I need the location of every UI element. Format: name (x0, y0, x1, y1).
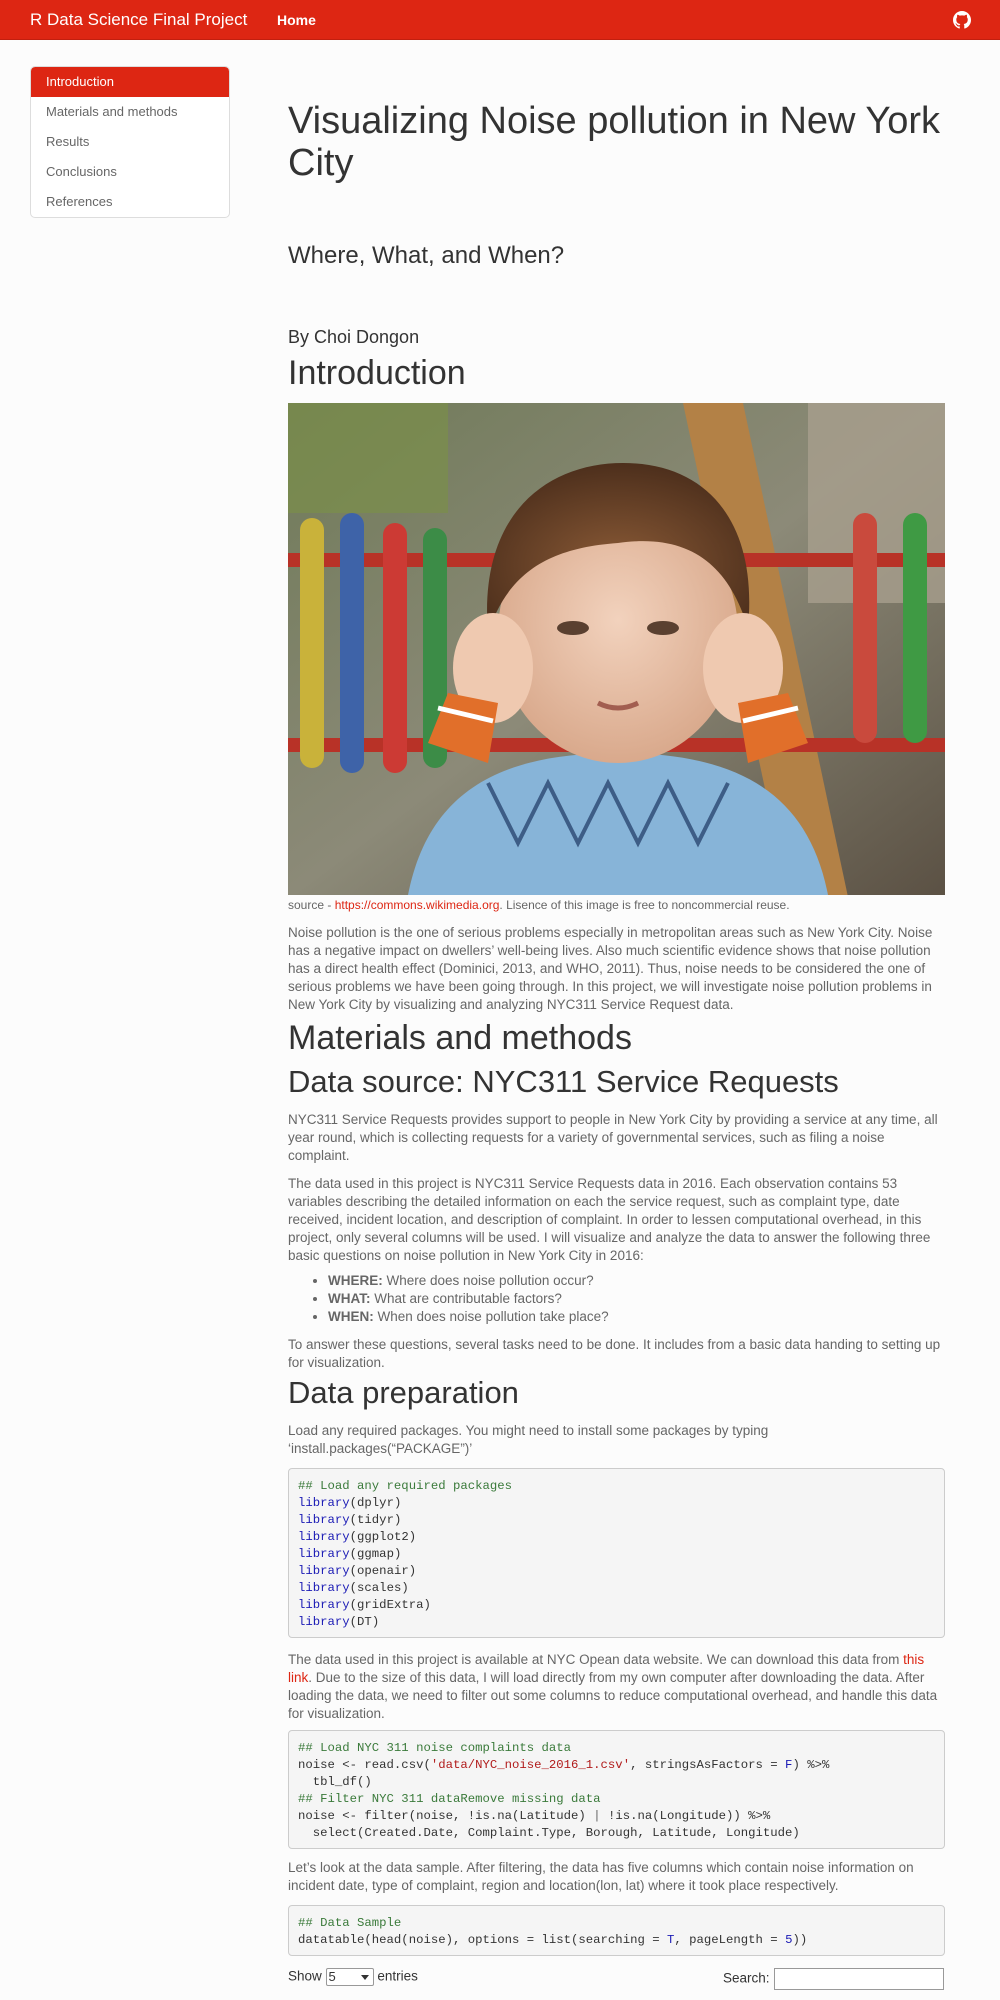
toc-item-introduction[interactable]: Introduction (31, 67, 229, 97)
code-arg: DT (357, 1615, 372, 1629)
github-icon[interactable] (953, 11, 971, 29)
tasks-paragraph: To answer these questions, several tasks… (288, 1337, 941, 1370)
code-arg: tidyr (357, 1513, 394, 1527)
introduction-heading: Introduction (288, 354, 466, 392)
list-item: WHERE: Where does noise pollution occur? (328, 1272, 609, 1290)
caption-suffix: . Lisence of this image is free to nonco… (499, 898, 790, 912)
code-block-data-sample: ## Data Sample datatable(head(noise), op… (288, 1905, 945, 1956)
code-keyword: library (298, 1530, 350, 1544)
code-keyword: library (298, 1496, 350, 1510)
page-length-value: 5 (328, 1969, 336, 1984)
toc-item-conclusions[interactable]: Conclusions (31, 157, 229, 187)
code-text: select(Created.Date, Complaint.Type, Bor… (298, 1826, 800, 1840)
question-label: WHERE: (328, 1273, 383, 1288)
code-keyword: library (298, 1615, 350, 1629)
toc-item-references[interactable]: References (31, 187, 229, 217)
top-navbar: R Data Science Final Project Home (0, 0, 1000, 40)
question-text: When does noise pollution take place? (373, 1309, 609, 1324)
data-source-heading: Data source: NYC311 Service Requests (288, 1064, 839, 1099)
data-description-paragraph: The data used in this project is NYC311 … (288, 1176, 931, 1263)
download-text-after: . Due to the size of this data, I will l… (288, 1670, 938, 1721)
code-block-load-data: ## Load NYC 311 noise complaints data no… (288, 1730, 945, 1849)
code-arg: gridExtra (357, 1598, 424, 1612)
page-length-select[interactable]: 5 (325, 1968, 374, 1986)
question-text: Where does noise pollution occur? (382, 1273, 594, 1288)
code-comment: ## Data Sample (298, 1916, 402, 1930)
question-list: WHERE: Where does noise pollution occur?… (328, 1272, 609, 1326)
code-keyword: library (298, 1564, 350, 1578)
data-source-paragraph: NYC311 Service Requests provides support… (288, 1112, 938, 1163)
code-arg: ggplot2 (357, 1530, 409, 1544)
data-sample-paragraph: Let’s look at the data sample. After fil… (288, 1860, 914, 1893)
code-arg: ggmap (357, 1547, 394, 1561)
packages-line-2: ‘install.packages(“PACKAGE”)’ (288, 1441, 473, 1456)
image-caption: source - https://commons.wikimedia.org. … (288, 898, 790, 912)
data-preparation-heading: Data preparation (288, 1375, 519, 1410)
packages-line-1: Load any required packages. You might ne… (288, 1423, 769, 1438)
code-text: tbl_df() (298, 1775, 372, 1789)
caption-prefix: source - (288, 898, 335, 912)
code-text: noise <- filter(noise, !is.na(Latitude) (298, 1809, 594, 1823)
intro-paragraph: Noise pollution is the one of serious pr… (288, 925, 933, 1012)
nav-home-link[interactable]: Home (277, 12, 316, 28)
packages-paragraph: Load any required packages. You might ne… (288, 1422, 945, 1458)
navbar-brand[interactable]: R Data Science Final Project (30, 10, 247, 30)
page-author: By Choi Dongon (288, 327, 420, 347)
search-label: Search: (723, 1970, 770, 1986)
code-keyword: library (298, 1547, 350, 1561)
code-keyword: library (298, 1581, 350, 1595)
code-comment: ## Load any required packages (298, 1479, 513, 1493)
datatable-search-control: Search: (723, 1968, 944, 1990)
code-text: , stringsAsFactors = (630, 1758, 786, 1772)
page-subtitle: Where, What, and When? (288, 242, 565, 269)
child-covering-ears-photo (288, 403, 945, 895)
page-title: Visualizing Noise pollution in New York … (288, 100, 941, 184)
datatable-length-control: Show 5 entries (288, 1968, 418, 1986)
code-text: , pageLength = (674, 1933, 786, 1947)
show-label: Show (288, 1968, 322, 1984)
chevron-down-icon (360, 1975, 369, 1980)
materials-and-methods-heading: Materials and methods (288, 1019, 632, 1057)
question-label: WHEN: (328, 1309, 374, 1324)
code-comment: ## Filter NYC 311 dataRemove missing dat… (298, 1792, 601, 1806)
entries-label: entries (377, 1968, 418, 1984)
question-label: WHAT: (328, 1291, 371, 1306)
code-operator: | (593, 1809, 601, 1823)
code-keyword: library (298, 1513, 350, 1527)
table-of-contents: Introduction Materials and methods Resul… (30, 66, 230, 218)
wikimedia-link[interactable]: https://commons.wikimedia.org (335, 898, 500, 912)
code-keyword: library (298, 1598, 350, 1612)
question-text: What are contributable factors? (370, 1291, 562, 1306)
code-arg: openair (357, 1564, 409, 1578)
code-text: ) %>% (792, 1758, 830, 1772)
list-item: WHEN: When does noise pollution take pla… (328, 1308, 609, 1326)
code-block-packages: ## Load any required packages library(dp… (288, 1468, 945, 1638)
list-item: WHAT: What are contributable factors? (328, 1290, 609, 1308)
download-text-before: The data used in this project is availab… (288, 1652, 904, 1667)
code-arg: dplyr (357, 1496, 394, 1510)
code-text: datatable(head(noise), options = list(se… (298, 1933, 667, 1947)
toc-item-results[interactable]: Results (31, 127, 229, 157)
code-text: !is.na(Longitude)) %>% (600, 1809, 771, 1823)
code-string: 'data/NYC_noise_2016_1.csv' (430, 1758, 631, 1772)
code-arg: scales (357, 1581, 402, 1595)
toc-item-materials-and-methods[interactable]: Materials and methods (31, 97, 229, 127)
code-text: noise <- read.csv( (298, 1758, 431, 1772)
code-comment: ## Load NYC 311 noise complaints data (298, 1741, 572, 1755)
data-download-paragraph: The data used in this project is availab… (288, 1651, 945, 1723)
search-input[interactable] (773, 1968, 944, 1990)
code-text: )) (792, 1933, 808, 1947)
